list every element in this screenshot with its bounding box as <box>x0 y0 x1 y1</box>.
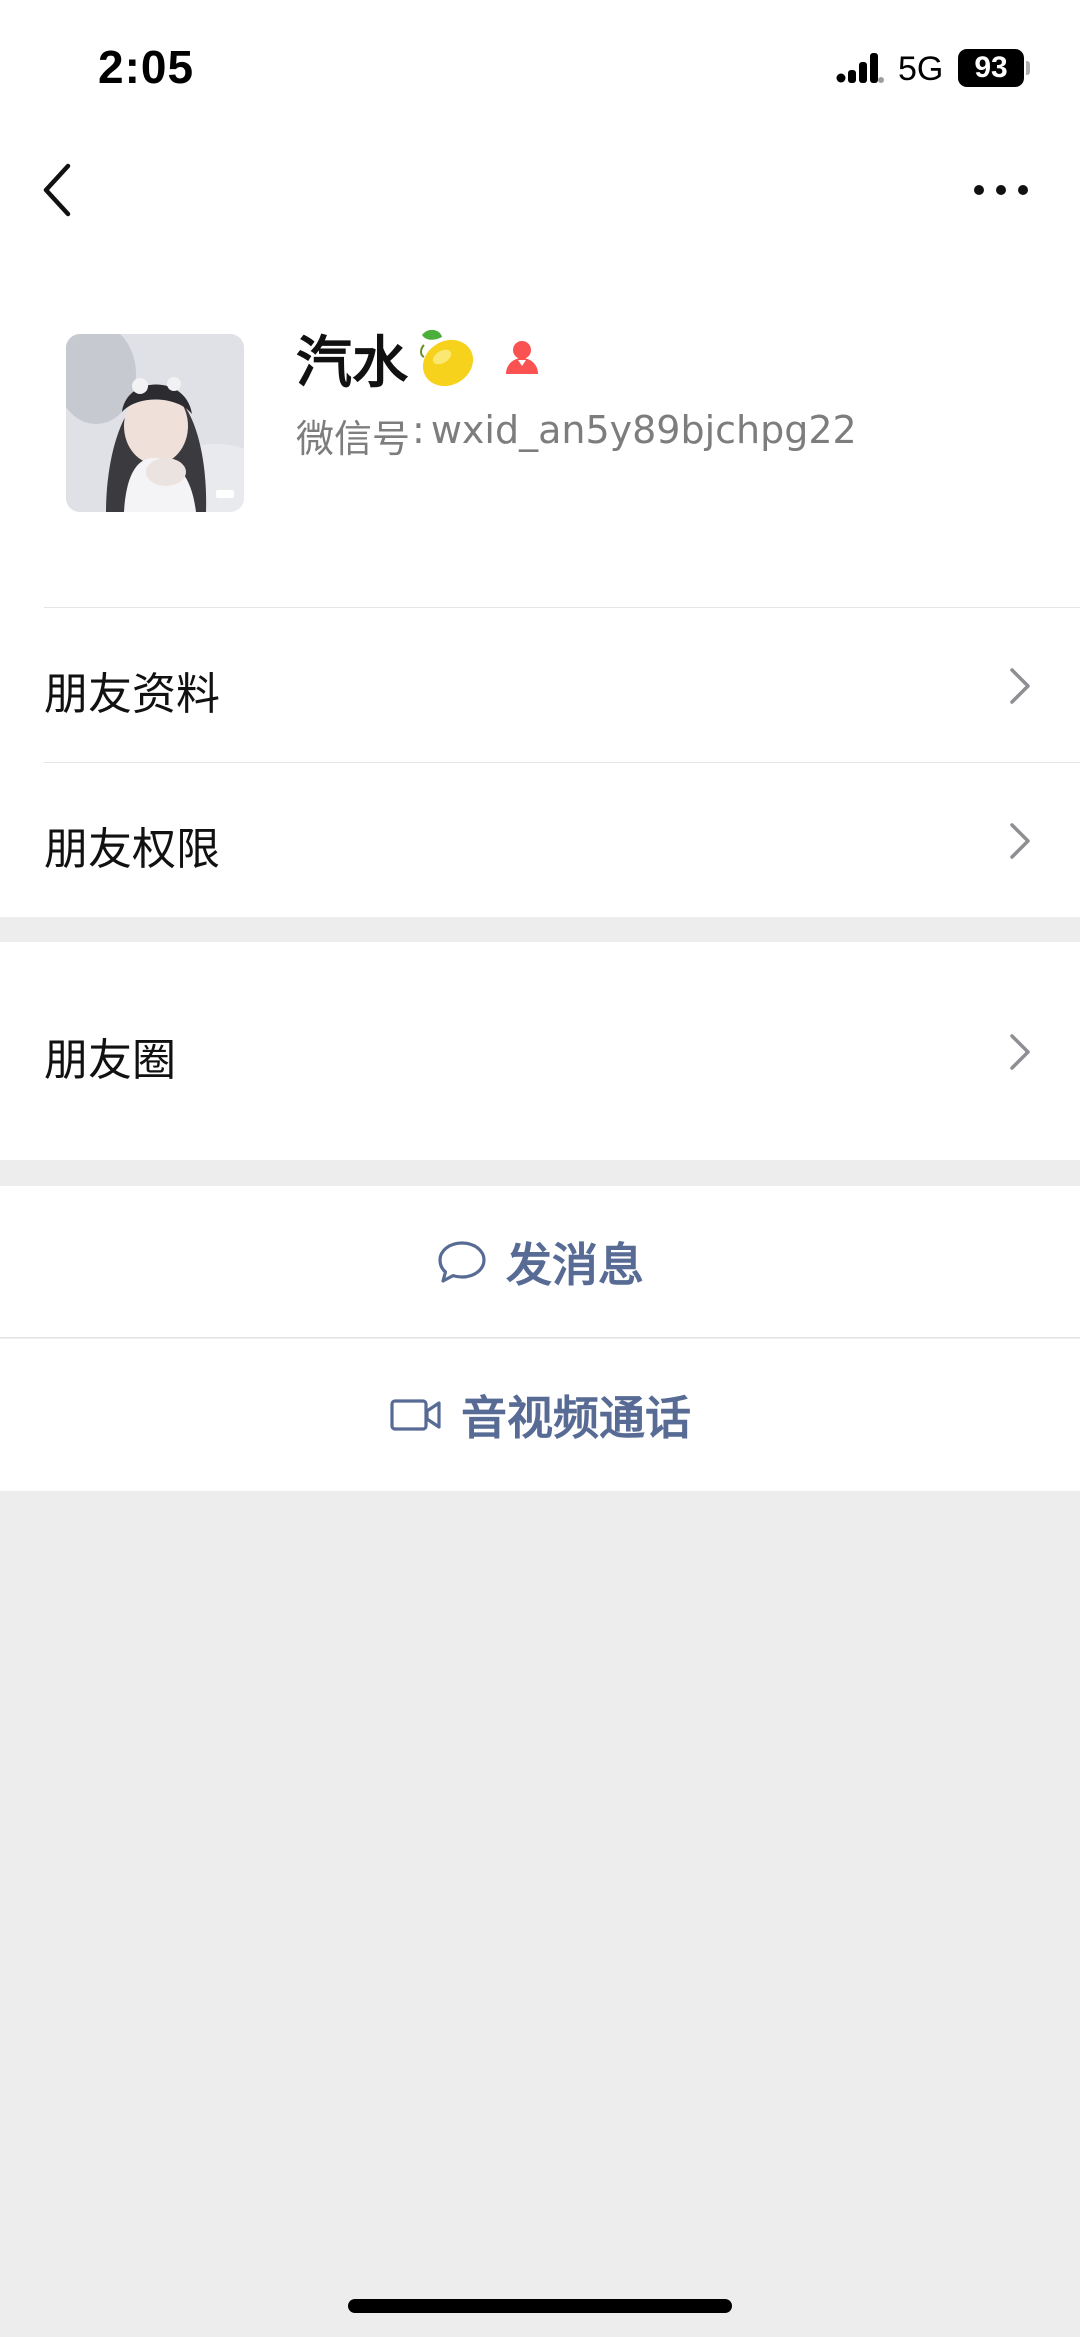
menu-item-friend-permissions[interactable]: 朋友权限 <box>0 763 1080 917</box>
profile-name: 汽水 <box>296 330 408 396</box>
battery-cap <box>1026 61 1030 75</box>
contact-profile-screen: 2:05 5G 93 汽水 微信号: wxid_an5y89bjchpg22 … <box>0 0 1080 2337</box>
network-type-label: 5G <box>898 50 944 88</box>
female-icon <box>506 341 538 374</box>
battery-icon: 93 <box>958 49 1024 87</box>
lemon-icon <box>420 329 474 387</box>
avatar-image <box>66 334 244 512</box>
menu-item-label: 朋友资料 <box>44 669 220 720</box>
avatar[interactable] <box>66 334 244 512</box>
chevron-right-icon <box>1010 823 1030 859</box>
menu-item-label: 朋友圈 <box>44 1035 176 1086</box>
wechat-id-label: 微信号 <box>296 417 411 461</box>
wechat-id-value: wxid_an5y89bjchpg22 <box>430 408 857 452</box>
send-message-button[interactable]: 发消息 <box>0 1186 1080 1338</box>
menu-item-moments[interactable]: 朋友圈 <box>0 942 1080 1160</box>
video-call-label: 音视频通话 <box>461 1391 691 1445</box>
wechat-id-separator: : <box>412 408 425 452</box>
more-icon[interactable] <box>966 160 1036 220</box>
signal-icon <box>836 53 884 83</box>
profile-name-row: 汽水 <box>296 322 544 396</box>
chevron-right-icon <box>1010 668 1030 704</box>
profile-header: 汽水 微信号 : wxid_an5y89bjchpg22 <box>0 240 1080 608</box>
menu-item-friend-info[interactable]: 朋友资料 <box>0 608 1080 763</box>
home-indicator[interactable] <box>348 2299 732 2313</box>
video-call-button[interactable]: 音视频通话 <box>0 1339 1080 1491</box>
back-arrow-icon[interactable] <box>30 160 90 220</box>
status-bar: 2:05 5G 93 <box>0 0 1080 140</box>
menu-item-label: 朋友权限 <box>44 824 220 875</box>
navigation-bar <box>0 140 1080 240</box>
status-time: 2:05 <box>98 41 195 93</box>
video-camera-icon <box>390 1399 441 1431</box>
wechat-id-row: 微信号 : wxid_an5y89bjchpg22 <box>296 408 857 463</box>
chevron-right-icon <box>1010 1034 1030 1070</box>
divider <box>0 1337 1080 1338</box>
chat-bubble-icon <box>438 1241 486 1283</box>
send-message-label: 发消息 <box>506 1238 644 1292</box>
